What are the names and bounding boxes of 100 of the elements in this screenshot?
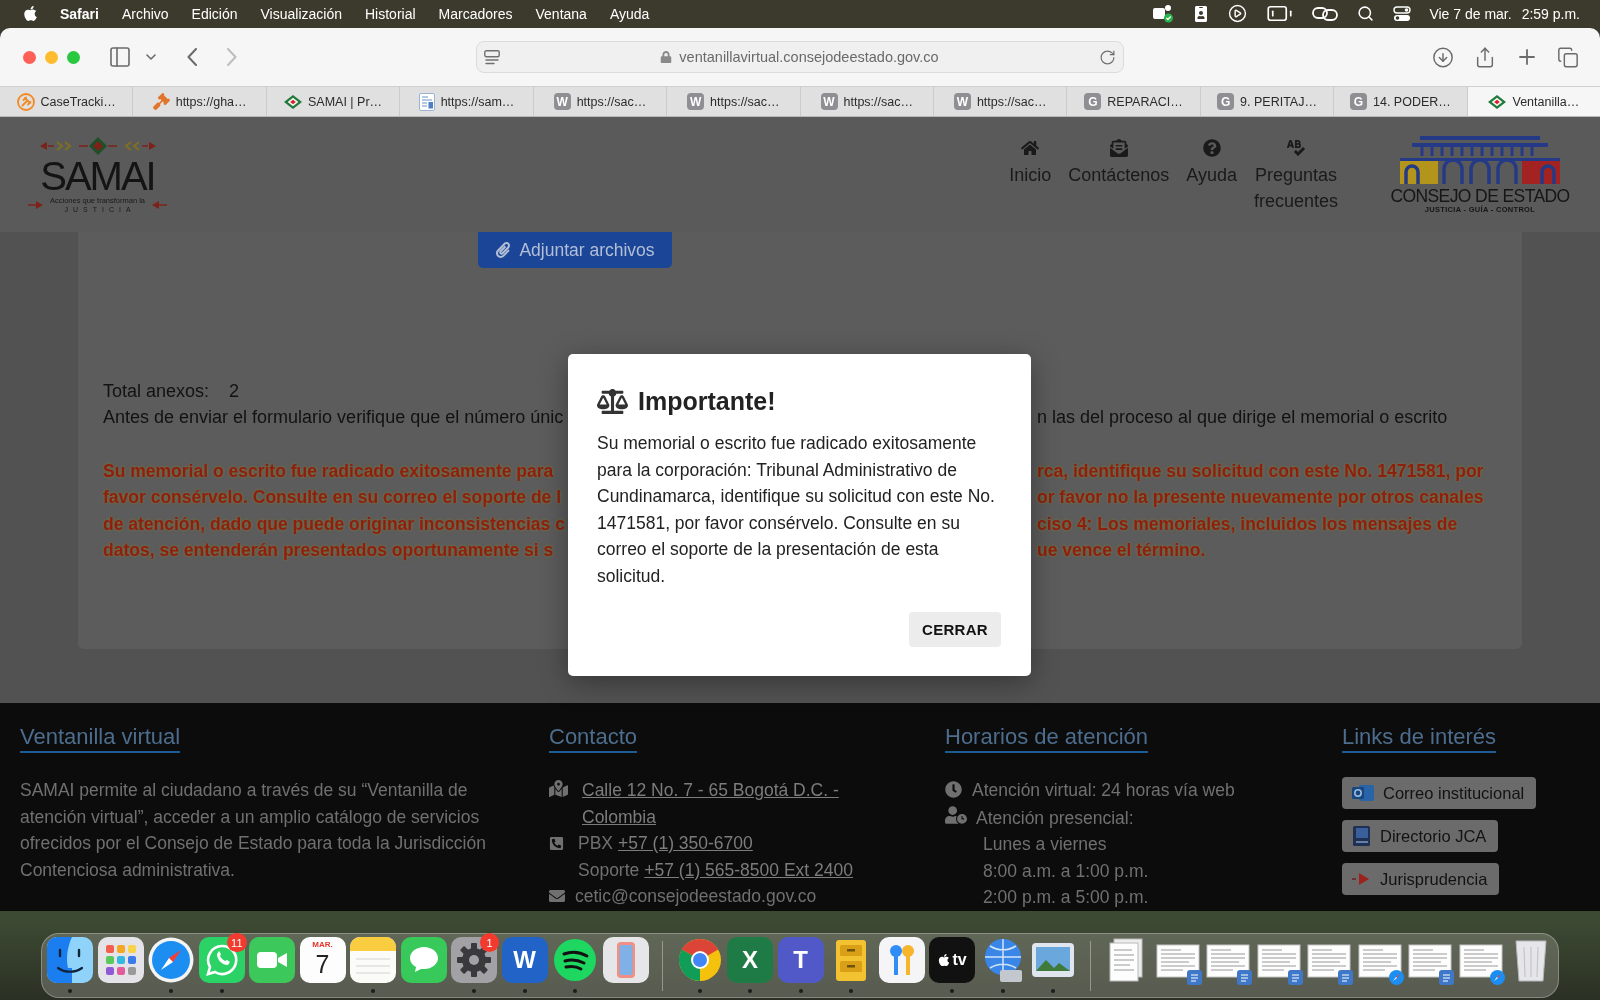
page-menu-icon[interactable]	[484, 49, 500, 65]
spell-check-icon	[1286, 139, 1305, 157]
footer-link[interactable]: +57 (1) 565-8500 Ext 2400	[644, 859, 853, 880]
letter-favicon: W	[553, 93, 571, 110]
calendar-icon[interactable]: MAR. 7	[299, 937, 346, 983]
apple-logo-icon	[937, 953, 952, 967]
letter-tile-icon[interactable]: T	[777, 937, 824, 983]
alert-text: or favor no la presente nuevamente por otros canales	[1037, 487, 1484, 509]
url-text: ventanillavirtual.consejodeestado.gov.co	[679, 49, 939, 65]
tab-overview-icon[interactable]	[1557, 45, 1579, 69]
arrow-ornament-icon	[151, 200, 168, 209]
link-button[interactable]: Correo institucional	[1342, 777, 1537, 809]
menu-item[interactable]: Historial	[365, 4, 416, 23]
footer-text: Soporte	[578, 859, 640, 880]
house-icon	[1021, 139, 1040, 157]
person-card-icon[interactable]	[1193, 5, 1210, 22]
link-button[interactable]: Jurisprudencia	[1342, 863, 1500, 895]
ornament-icon	[38, 135, 157, 156]
close-dialog-button[interactable]: CERRAR	[909, 612, 1001, 647]
footer-text: Atención presencial:	[976, 807, 1134, 828]
letter-favicon: G	[1350, 93, 1367, 110]
help-icon	[1202, 139, 1221, 157]
menu-item[interactable]: Ventana	[535, 4, 587, 23]
notepad-icon[interactable]	[350, 937, 396, 983]
download-icon[interactable]	[1432, 45, 1454, 69]
sound-waves-icon[interactable]	[552, 937, 598, 983]
browser-tab[interactable]: Ventanilla…	[1466, 87, 1600, 116]
menu-item[interactable]: Edición	[191, 4, 238, 23]
alert-text: de atención, dado que puede originar inconsistencias c	[103, 513, 565, 535]
video-camera-icon[interactable]	[249, 937, 295, 983]
total-value: 2	[229, 380, 240, 402]
footer-heading: Ventanilla virtual	[20, 725, 181, 753]
apple-logo-icon[interactable]	[22, 5, 39, 22]
footer-text: PBX	[578, 833, 614, 853]
alert-text: ue vence el término.	[1037, 540, 1206, 562]
footer-link[interactable]: +57 (1) 350-6700	[618, 833, 753, 853]
close-button[interactable]	[23, 50, 36, 64]
address-field[interactable]: ventanillavirtual.consejodeestado.gov.co	[476, 41, 1124, 73]
link-button[interactable]: Directorio JCA	[1342, 820, 1499, 852]
app-grid-icon[interactable]	[97, 937, 144, 983]
arrow-ornament-icon	[27, 200, 44, 209]
compass-icon[interactable]	[148, 937, 194, 983]
phone-icon	[549, 836, 564, 851]
footer-paragraph: SAMAI permite al ciudadano a través de su “Ventanilla de atención virtual”, acceder a un amplio catálogo de servicios ofrecidos por el Consejo de Estado para toda la Jurisdicción Contenciosa administrativa.	[20, 779, 487, 882]
menu-item[interactable]: Marcadores	[438, 4, 513, 23]
letter-favicon: W	[953, 93, 971, 110]
diamond-logo-icon	[284, 94, 302, 109]
compass-badge-icon	[1388, 970, 1404, 985]
attach-files-button[interactable]: Adjuntar archivos	[478, 232, 672, 268]
letter-tile-icon[interactable]: W	[501, 937, 548, 983]
map-icon	[549, 779, 568, 798]
footer-link[interactable]: Calle 12 No. 7 - 65 Bogotá D.C. - Colombia	[582, 777, 884, 830]
footer-text: 8:00 a.m. a 1:00 p.m.	[983, 860, 1149, 881]
color-wheel-icon[interactable]	[676, 937, 723, 983]
alert-text: rca, identifique su solicitud con este No. 1471581, por	[1037, 460, 1484, 482]
letter-favicon: G	[1217, 93, 1235, 110]
footer-heading: Contacto	[549, 725, 638, 753]
alert-text: ciso 4: Los memoriales, incluidos los mensajes de	[1037, 513, 1458, 535]
footer-text: Lunes a viernes	[983, 834, 1107, 854]
menu-item[interactable]: Ayuda	[609, 4, 650, 23]
menu-bar-time[interactable]: 2:59 p.m.	[1521, 4, 1580, 23]
diamond-logo-icon	[1488, 94, 1507, 109]
toggle-switches-icon[interactable]	[1393, 5, 1412, 22]
footer-text: 2:00 p.m. a 5:00 p.m.	[983, 887, 1149, 907]
document-icon	[418, 92, 435, 111]
gear-icon[interactable]	[451, 937, 497, 983]
notice-text: Antes de enviar el formulario verifique que el número únic	[103, 407, 564, 429]
footer-heading: Links de interés	[1342, 725, 1497, 753]
play-circle-icon[interactable]	[1228, 4, 1248, 23]
people-check-icon[interactable]	[1152, 4, 1175, 23]
book-icon	[1352, 825, 1372, 847]
app-menu[interactable]: Safari	[60, 4, 99, 23]
calendar-month: MAR.	[312, 940, 333, 950]
reload-icon[interactable]	[1099, 48, 1116, 66]
tile-letter: T	[793, 947, 808, 973]
speech-bubble-icon[interactable]	[400, 937, 447, 983]
letter-tile-icon[interactable]: X	[727, 937, 773, 983]
plus-icon[interactable]	[1519, 49, 1535, 65]
tile-letter: X	[742, 947, 758, 973]
linked-rings-icon[interactable]	[1312, 5, 1339, 22]
lock-icon	[660, 51, 673, 63]
envelope-icon	[549, 888, 565, 904]
menu-item[interactable]: Visualización	[260, 4, 342, 23]
phone-bubble-icon[interactable]	[198, 937, 245, 983]
tv-tile-icon[interactable]: tv	[929, 937, 975, 983]
sidebar-icon[interactable]	[108, 45, 132, 69]
notification-badge: 11	[227, 933, 247, 952]
search-icon[interactable]	[1357, 5, 1375, 22]
menu-item[interactable]: Archivo	[121, 4, 169, 23]
share-icon[interactable]	[1474, 45, 1496, 69]
footer-text: cetic@consejodeestado.gov.co	[575, 886, 817, 906]
calendar-day: 7	[315, 950, 330, 978]
letter-favicon: W	[820, 93, 838, 110]
notification-badge: 1	[480, 933, 499, 952]
paperclip-icon	[495, 242, 512, 258]
phone-screen-icon[interactable]	[602, 937, 649, 983]
chevron-down-icon[interactable]	[146, 54, 156, 60]
smiling-face-icon[interactable]	[47, 937, 93, 983]
menu-bar-date[interactable]: Vie 7 de mar.	[1429, 4, 1512, 23]
keys-icon[interactable]	[878, 937, 925, 983]
